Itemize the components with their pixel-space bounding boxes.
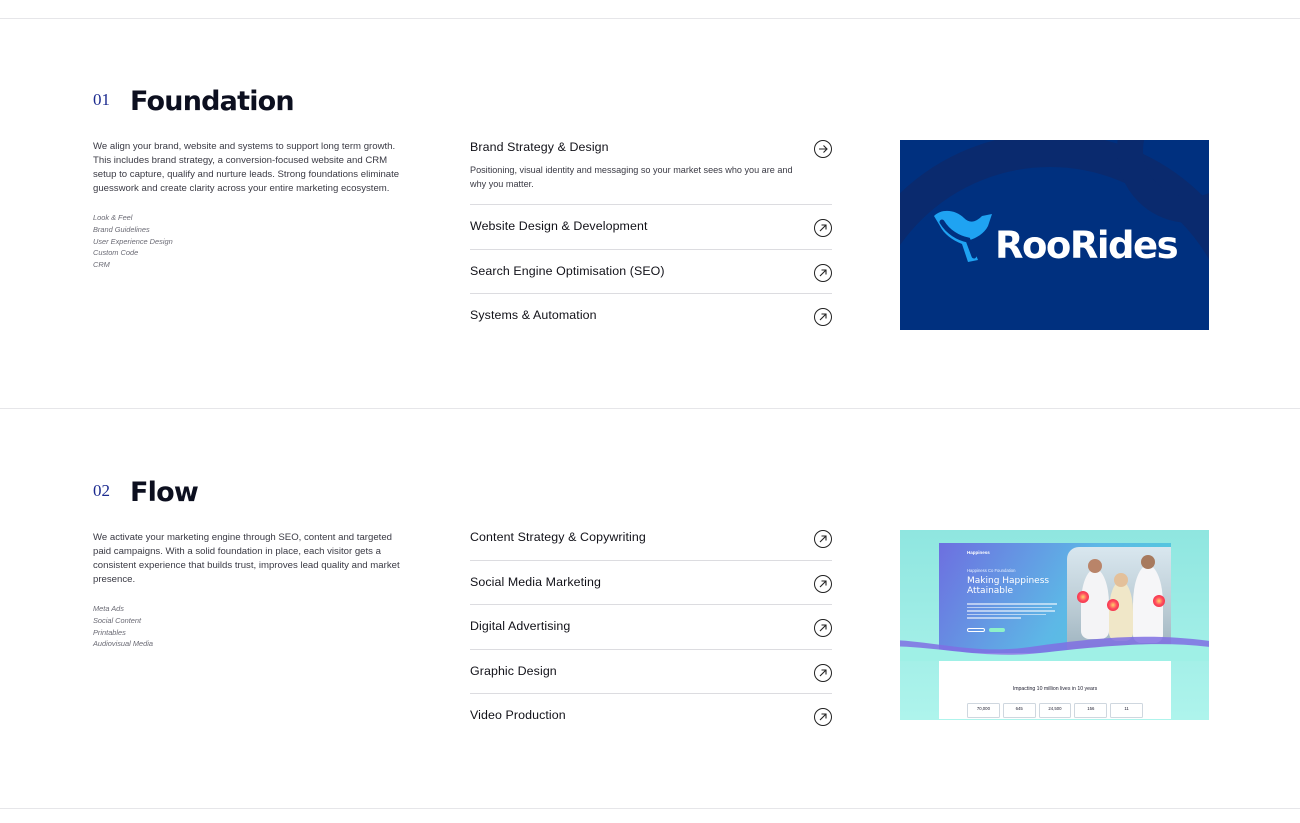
service-title: Website Design & Development	[470, 219, 648, 233]
service-item-brand-strategy[interactable]: Brand Strategy & Design Positioning, vis…	[470, 126, 832, 205]
tag-item: User Experience Design	[93, 236, 173, 246]
bottom-divider	[0, 808, 1300, 809]
section-foundation: 01 Foundation We align your brand, websi…	[0, 0, 1300, 408]
service-title: Content Strategy & Copywriting	[470, 530, 646, 544]
arrow-up-right-circle-icon[interactable]	[814, 308, 832, 327]
mockup-stat: 645	[1002, 703, 1036, 718]
service-list: Brand Strategy & Design Positioning, vis…	[470, 126, 832, 339]
mockup-logo: Happiness	[967, 550, 990, 555]
service-title: Search Engine Optimisation (SEO)	[470, 263, 665, 278]
tag-list: Look & Feel Brand Guidelines User Experi…	[93, 212, 173, 271]
tag-item: Audiovisual Media	[93, 639, 153, 649]
section-number: 01	[93, 90, 110, 109]
person-figure	[1081, 569, 1109, 639]
section-title: Foundation	[130, 86, 295, 117]
person-head	[1088, 559, 1102, 573]
service-subtitle: Positioning, visual identity and messagi…	[470, 165, 793, 189]
arrow-up-right-circle-icon[interactable]	[814, 708, 832, 727]
flower-icon	[1153, 595, 1165, 607]
project-image-roorides: RooRides	[900, 140, 1209, 330]
mockup-kicker: Happiness Co Foundation	[967, 568, 1016, 573]
service-item-digital-advertising[interactable]: Digital Advertising	[470, 605, 832, 650]
service-list: Content Strategy & Copywriting Social Me…	[470, 516, 832, 739]
section-title: Flow	[130, 477, 199, 508]
service-title: Digital Advertising	[470, 619, 571, 634]
arrow-up-right-circle-icon[interactable]	[814, 574, 832, 593]
service-title: Systems & Automation	[470, 308, 597, 323]
service-item-video-production[interactable]: Video Production	[470, 694, 832, 739]
project-image-happiness: Happiness Happiness Co Foundation Making…	[900, 530, 1209, 720]
tag-item: Meta Ads	[93, 604, 124, 613]
arrow-right-circle-icon[interactable]	[814, 140, 832, 158]
mockup-body-lines	[967, 603, 1057, 621]
arrow-up-right-circle-icon[interactable]	[814, 619, 832, 638]
service-title: Video Production	[470, 708, 566, 723]
mockup-stat: 70,000	[967, 703, 1000, 718]
mockup-stats-title: Impacting 10 million lives in 10 years	[1012, 686, 1098, 692]
wave-shape	[900, 636, 1209, 661]
service-title: Brand Strategy & Design	[470, 140, 609, 154]
mockup-stat: 156	[1074, 703, 1108, 718]
service-item-seo[interactable]: Search Engine Optimisation (SEO)	[470, 250, 832, 295]
section-description: We align your brand, website and systems…	[93, 141, 400, 194]
section-flow: 02 Flow We activate your marketing engin…	[0, 408, 1300, 808]
section-number: 02	[93, 481, 110, 500]
service-item-systems-automation[interactable]: Systems & Automation	[470, 294, 832, 339]
arrow-up-right-circle-icon[interactable]	[814, 530, 832, 548]
tag-item: Social Content	[93, 615, 142, 625]
service-item-graphic-design[interactable]: Graphic Design	[470, 650, 832, 695]
flower-icon	[1107, 599, 1119, 611]
kangaroo-logo-icon	[934, 210, 992, 262]
service-item-content-strategy[interactable]: Content Strategy & Copywriting	[470, 516, 832, 561]
service-title: Social Media Marketing	[470, 574, 601, 589]
person-head	[1141, 555, 1155, 569]
tag-list: Meta Ads Social Content Printables Audio…	[93, 603, 153, 650]
mockup-stat: 11	[1110, 703, 1143, 718]
brand-logo-text: RooRides	[995, 224, 1179, 267]
flower-icon	[1077, 591, 1089, 603]
mockup-stats: 70,000 645 24,500 156 11	[967, 703, 1143, 718]
service-item-social-media[interactable]: Social Media Marketing	[470, 561, 832, 606]
service-item-website-design[interactable]: Website Design & Development	[470, 205, 832, 250]
tag-item: Printables	[93, 627, 126, 637]
section-description: We activate your marketing engine throug…	[93, 532, 400, 585]
mockup-stat: 24,500	[1038, 703, 1072, 718]
arrow-up-right-circle-icon[interactable]	[814, 219, 832, 237]
arrow-up-right-circle-icon[interactable]	[814, 663, 832, 682]
mockup-headline: Making Happiness Attainable	[967, 576, 1050, 596]
arrow-up-right-circle-icon[interactable]	[814, 263, 832, 282]
tag-item: Brand Guidelines	[93, 224, 150, 234]
service-title: Graphic Design	[470, 663, 557, 678]
tag-item: Look & Feel	[93, 213, 133, 222]
tag-item: Custom Code	[93, 248, 139, 258]
person-head	[1114, 573, 1128, 587]
tag-item: CRM	[93, 260, 110, 270]
